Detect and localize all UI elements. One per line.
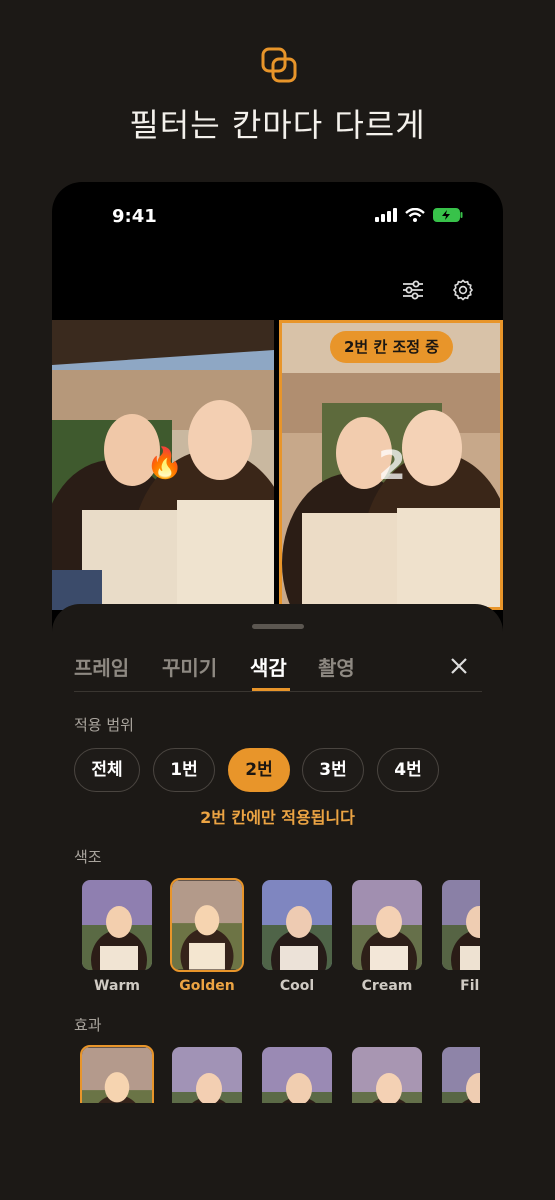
- thumb-image: [82, 880, 152, 970]
- thumb-image: [82, 1047, 152, 1103]
- sliders-icon[interactable]: [401, 278, 425, 302]
- fire-sticker[interactable]: 🔥: [146, 446, 183, 481]
- thumb-image: [262, 1047, 332, 1103]
- tab-shoot[interactable]: 촬영: [318, 652, 355, 681]
- thumb-image: [352, 1047, 422, 1103]
- tone-item-cream[interactable]: Cream: [350, 878, 424, 994]
- active-tab-indicator: [252, 688, 290, 691]
- tone-caption: Warm: [94, 978, 140, 994]
- photo-cell-2[interactable]: 2번 칸 조정 중 2: [279, 320, 503, 610]
- adjusting-badge: 2번 칸 조정 중: [330, 331, 454, 363]
- tone-caption: Golden: [179, 978, 235, 994]
- tone-caption: Cool: [279, 978, 315, 994]
- thumb-image: [262, 880, 332, 970]
- tab-decorate[interactable]: 꾸미기: [162, 652, 217, 681]
- photo-cell-1[interactable]: 🔥: [52, 320, 274, 610]
- effect-list: [80, 1045, 480, 1103]
- status-icons: [375, 208, 463, 222]
- tone-item-warm[interactable]: Warm: [80, 878, 154, 994]
- cell-number: 2: [378, 443, 406, 489]
- effect-item[interactable]: [80, 1045, 154, 1103]
- tab-frame[interactable]: 프레임: [74, 652, 129, 681]
- status-time: 9:41: [112, 206, 157, 227]
- thumb-image: [442, 880, 480, 970]
- tone-caption: Film: [460, 978, 480, 994]
- thumb-image: [172, 880, 242, 970]
- effect-item[interactable]: [260, 1045, 334, 1103]
- gear-icon[interactable]: [451, 278, 475, 302]
- range-note: 2번 칸에만 적용됩니다: [200, 808, 355, 827]
- headline: 필터는 칸마다 다르게: [129, 106, 426, 144]
- sheet-grabber[interactable]: [252, 624, 304, 629]
- range-cell-3-button[interactable]: 3번: [302, 748, 364, 792]
- tone-caption: Cream: [361, 978, 413, 994]
- status-bar: 9:41: [52, 182, 503, 252]
- tone-label: 색조: [74, 848, 102, 866]
- close-icon[interactable]: [449, 656, 469, 676]
- range-all-button[interactable]: 전체: [74, 748, 140, 792]
- tone-item-golden[interactable]: Golden: [170, 878, 244, 994]
- tab-bar: 프레임 꾸미기 색감 촬영: [74, 652, 482, 692]
- signal-icon: [375, 208, 397, 222]
- overlapping-squares-icon: [261, 47, 297, 83]
- tone-item-cool[interactable]: Cool: [260, 878, 334, 994]
- effect-item[interactable]: [170, 1045, 244, 1103]
- thumb-image: [352, 880, 422, 970]
- range-cell-2-button[interactable]: 2번: [228, 748, 290, 792]
- thumb-image: [442, 1047, 480, 1103]
- range-cell-4-button[interactable]: 4번: [377, 748, 439, 792]
- effect-item[interactable]: [350, 1045, 424, 1103]
- top-toolbar: [401, 278, 475, 302]
- apply-range-label: 적용 범위: [74, 716, 134, 734]
- tab-color[interactable]: 색감: [250, 652, 287, 681]
- apply-range-options: 전체 1번 2번 3번 4번: [74, 748, 482, 792]
- battery-charging-icon: [433, 208, 463, 222]
- range-cell-1-button[interactable]: 1번: [153, 748, 215, 792]
- effect-label: 효과: [74, 1016, 102, 1034]
- tone-list: Warm Golden Cool Cream Film: [80, 878, 480, 998]
- wifi-icon: [405, 208, 425, 222]
- effect-item[interactable]: [440, 1045, 480, 1103]
- color-sheet: 프레임 꾸미기 색감 촬영 적용 범위 전체 1번 2번 3번 4번 2번 칸에…: [52, 604, 503, 1200]
- thumb-image: [172, 1047, 242, 1103]
- tone-item-film[interactable]: Film: [440, 878, 480, 994]
